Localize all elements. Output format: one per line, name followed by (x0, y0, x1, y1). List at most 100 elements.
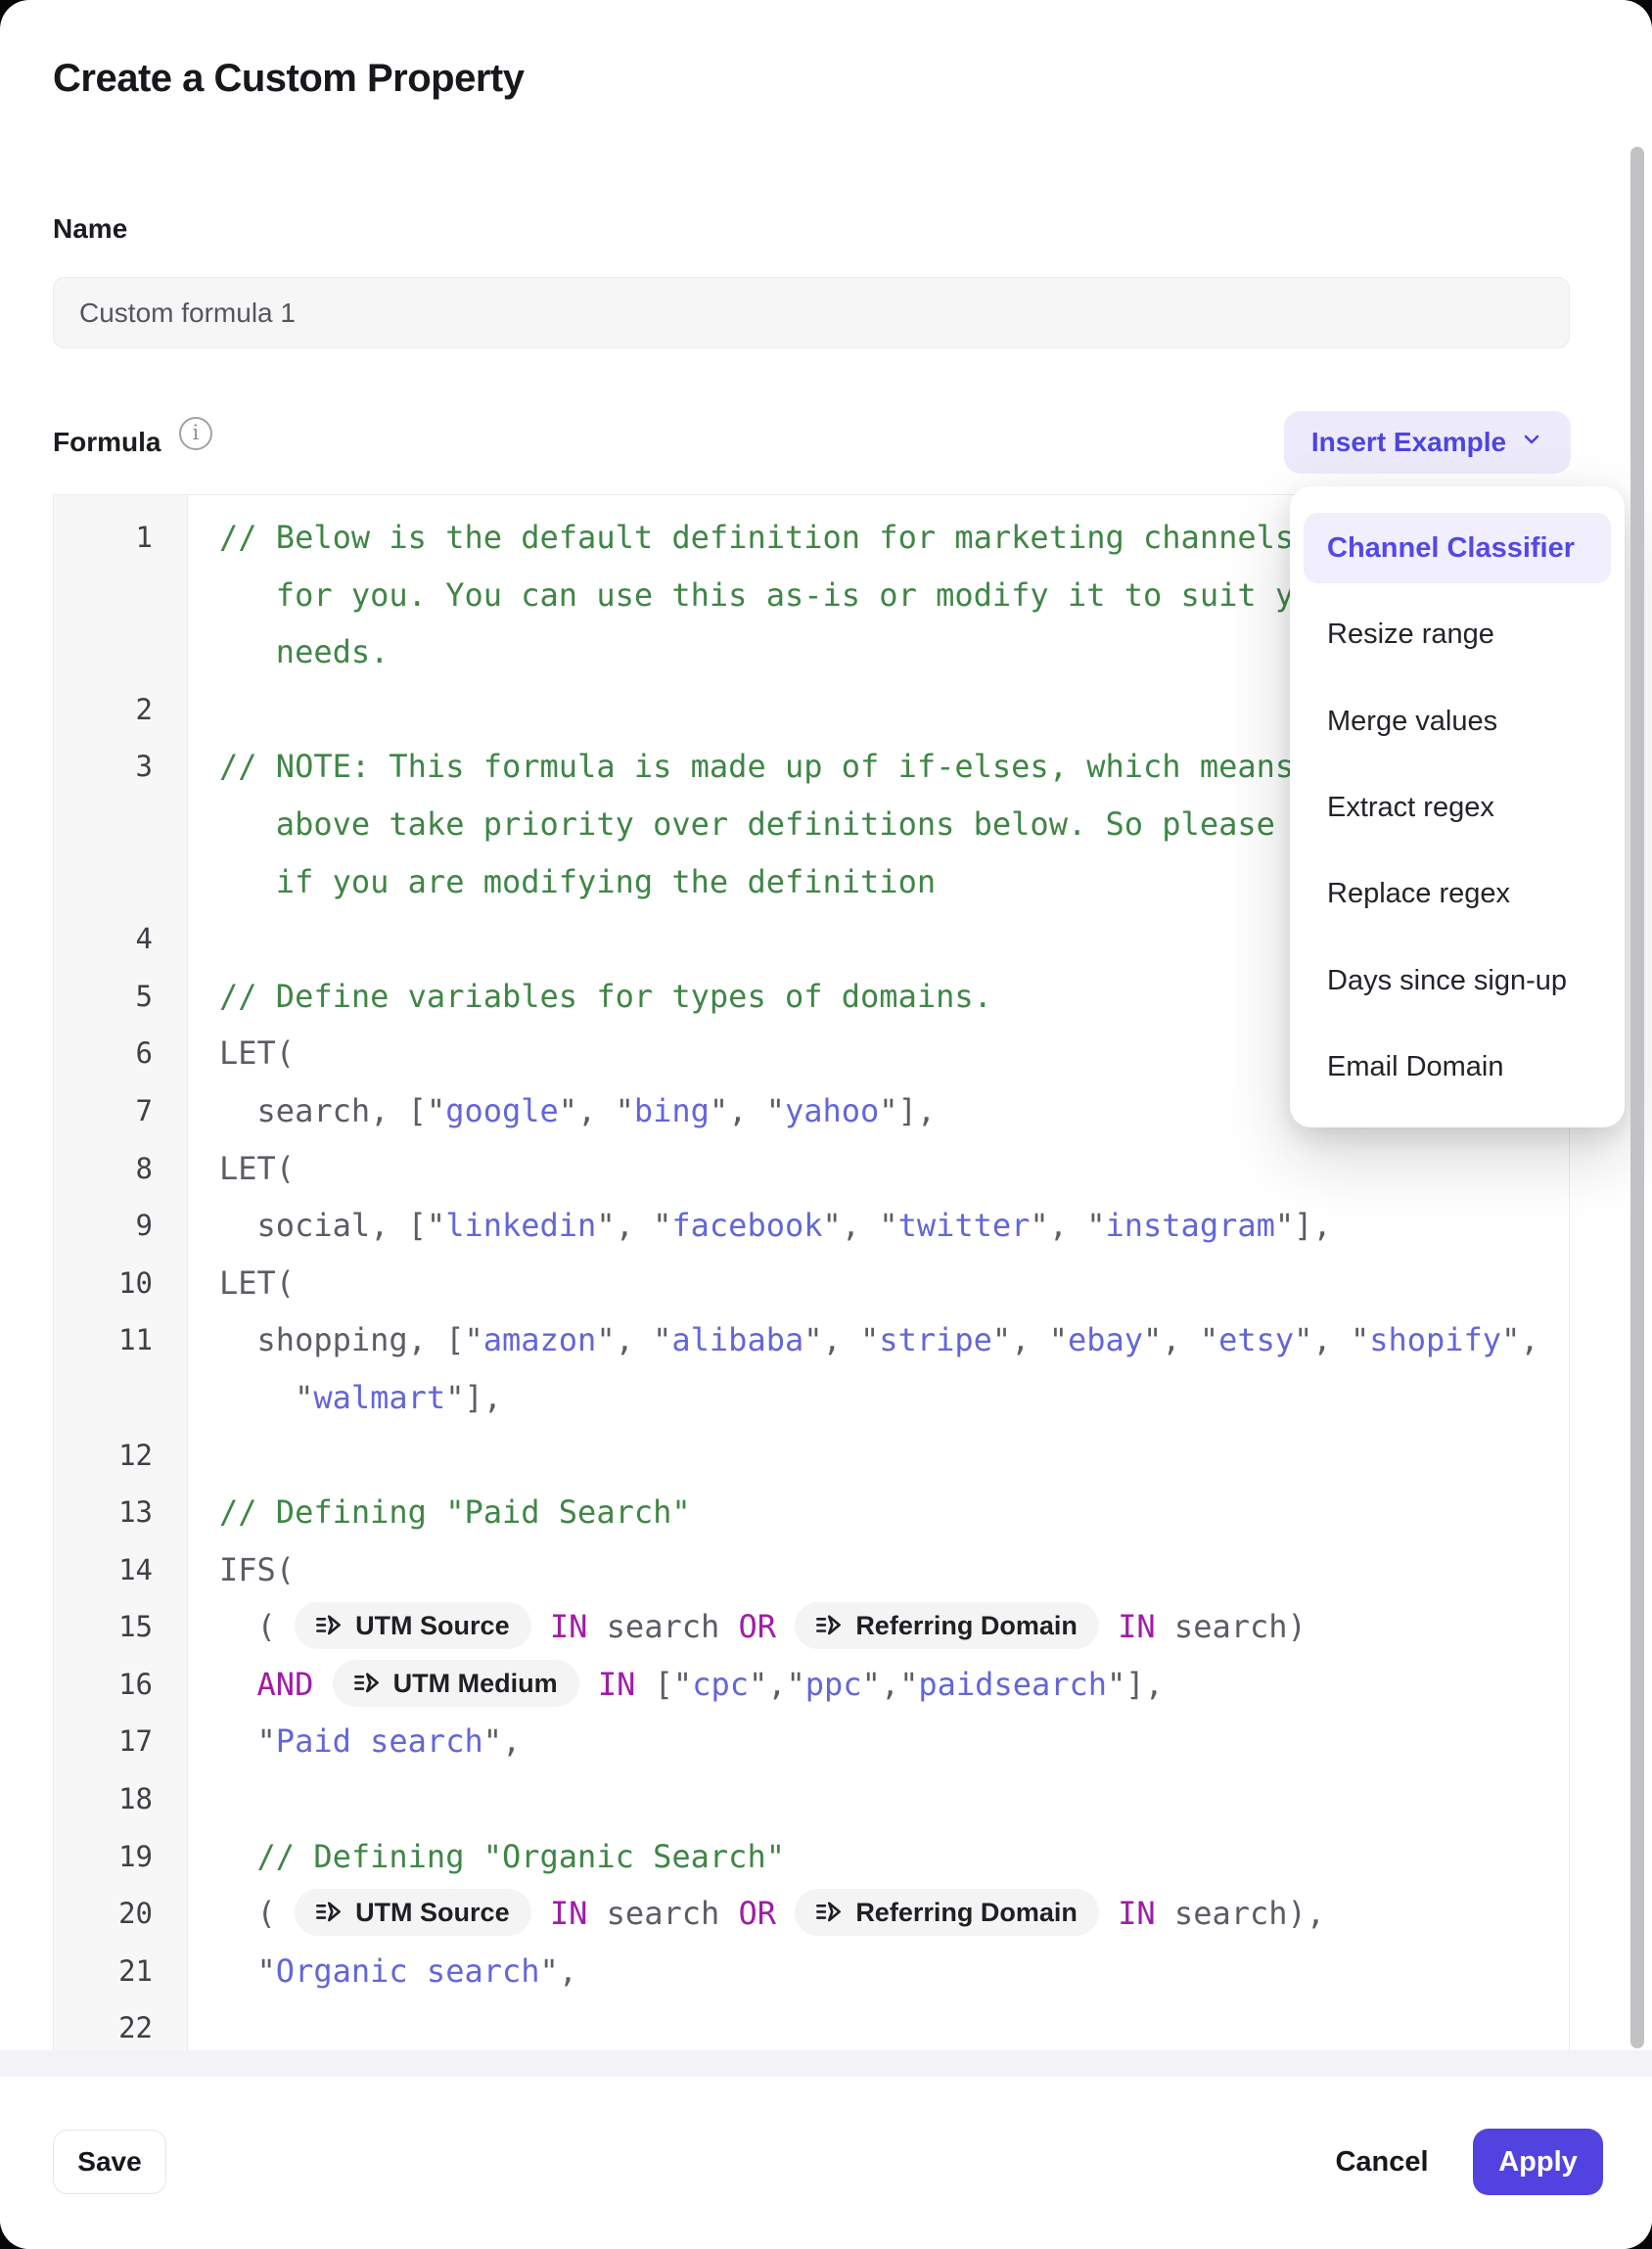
line-number (54, 796, 188, 853)
code-text: social, ["linkedin", "facebook", "twitte… (188, 1197, 1332, 1255)
token-chip-label: UTM Source (355, 1602, 510, 1649)
code-line[interactable]: 19 // Defining "Organic Search" (54, 1828, 1569, 1886)
page-title: Create a Custom Property (53, 57, 524, 101)
code-text: shopping, ["amazon", "alibaba", "stripe"… (188, 1311, 1539, 1369)
save-button[interactable]: Save (53, 2130, 166, 2194)
code-text (188, 681, 219, 739)
code-line[interactable]: 15 ( UTM Source IN search OR Referring D… (54, 1598, 1569, 1656)
code-text (188, 1999, 219, 2051)
line-number: 16 (54, 1656, 188, 1714)
menu-item-channel-classifier[interactable]: Channel Classifier (1304, 513, 1611, 583)
token-chip-utm-medium[interactable]: UTM Medium (333, 1660, 579, 1707)
code-line[interactable]: 14IFS( (54, 1541, 1569, 1599)
line-number: 13 (54, 1484, 188, 1541)
code-line[interactable]: 16 AND UTM Medium IN ["cpc","ppc","paids… (54, 1656, 1569, 1714)
code-line[interactable]: 20 ( UTM Source IN search OR Referring D… (54, 1885, 1569, 1943)
line-number: 12 (54, 1427, 188, 1485)
line-number: 21 (54, 1943, 188, 2000)
token-chip-label: UTM Medium (393, 1660, 558, 1707)
code-line[interactable]: "walmart"], (54, 1369, 1569, 1427)
vertical-scrollbar-thumb[interactable] (1630, 147, 1644, 2048)
property-token-icon (350, 1669, 382, 1698)
code-line[interactable]: 13// Defining "Paid Search" (54, 1484, 1569, 1541)
code-text: ( UTM Source IN search OR Referring Doma… (188, 1885, 1325, 1943)
code-text (188, 1427, 219, 1485)
code-text: if you are modifying the definition (188, 853, 936, 911)
formula-label: Formula (53, 427, 161, 458)
code-text: search, ["google", "bing", "yahoo"], (188, 1082, 936, 1140)
line-number: 22 (54, 1999, 188, 2051)
insert-example-button[interactable]: Insert Example (1284, 411, 1571, 474)
menu-item-merge-values[interactable]: Merge values (1304, 686, 1611, 757)
menu-item-resize-range[interactable]: Resize range (1304, 599, 1611, 669)
code-line[interactable]: 21 "Organic search", (54, 1943, 1569, 2000)
code-text: // Defining "Paid Search" (188, 1484, 691, 1541)
property-token-icon (812, 1611, 844, 1640)
create-custom-property-dialog: Create a Custom Property Name Formula i … (0, 0, 1652, 2249)
menu-item-extract-regex[interactable]: Extract regex (1304, 772, 1611, 843)
menu-item-replace-regex[interactable]: Replace regex (1304, 858, 1611, 929)
code-line[interactable]: 22 (54, 1999, 1569, 2051)
line-number (54, 623, 188, 681)
token-chip-referring-domain[interactable]: Referring Domain (795, 1889, 1099, 1936)
line-number: 3 (54, 738, 188, 796)
line-number: 15 (54, 1598, 188, 1656)
code-text: AND UTM Medium IN ["cpc","ppc","paidsear… (188, 1656, 1164, 1714)
line-number (54, 567, 188, 624)
cancel-button[interactable]: Cancel (1323, 2130, 1441, 2194)
token-chip-label: Referring Domain (855, 1889, 1078, 1936)
code-text: // Defining "Organic Search" (188, 1828, 785, 1886)
code-text: LET( (188, 1025, 295, 1082)
property-token-icon (312, 1898, 344, 1927)
code-line[interactable]: 17 "Paid search", (54, 1713, 1569, 1770)
code-line[interactable]: 12 (54, 1427, 1569, 1485)
menu-item-email-domain[interactable]: Email Domain (1304, 1032, 1611, 1102)
code-text: above take priority over definitions bel… (188, 796, 1369, 853)
code-text: IFS( (188, 1541, 295, 1599)
editor-bottom-strip (0, 2050, 1652, 2078)
code-line[interactable]: 10LET( (54, 1255, 1569, 1312)
line-number: 4 (54, 910, 188, 968)
name-label: Name (53, 213, 127, 245)
property-token-icon (812, 1898, 844, 1927)
code-line[interactable]: 18 (54, 1770, 1569, 1828)
line-number: 6 (54, 1025, 188, 1082)
dialog-footer: Save Cancel Apply (0, 2077, 1652, 2249)
line-number: 14 (54, 1541, 188, 1599)
line-number: 9 (54, 1197, 188, 1255)
code-text: // Define variables for types of domains… (188, 968, 992, 1026)
line-number: 18 (54, 1770, 188, 1828)
token-chip-utm-source[interactable]: UTM Source (295, 1889, 531, 1936)
line-number: 1 (54, 509, 188, 567)
code-text: "Paid search", (188, 1713, 521, 1770)
code-line[interactable]: 9 social, ["linkedin", "facebook", "twit… (54, 1197, 1569, 1255)
code-text: for you. You can use this as-is or modif… (188, 567, 1351, 624)
token-chip-utm-source[interactable]: UTM Source (295, 1602, 531, 1649)
token-chip-label: UTM Source (355, 1889, 510, 1936)
code-text: needs. (188, 623, 389, 681)
apply-button[interactable]: Apply (1473, 2129, 1603, 2195)
code-text: "Organic search", (188, 1943, 577, 2000)
line-number: 2 (54, 681, 188, 739)
code-text: // NOTE: This formula is made up of if-e… (188, 738, 1294, 796)
screen: Create a Custom Property Name Formula i … (0, 0, 1652, 2249)
code-text: LET( (188, 1255, 295, 1312)
name-input[interactable] (53, 277, 1570, 348)
chevron-down-icon (1520, 427, 1543, 458)
code-line[interactable]: 11 shopping, ["amazon", "alibaba", "stri… (54, 1311, 1569, 1369)
line-number: 20 (54, 1885, 188, 1943)
code-text (188, 1770, 219, 1828)
line-number: 7 (54, 1082, 188, 1140)
menu-item-days-since-sign-up[interactable]: Days since sign-up (1304, 945, 1611, 1016)
line-number: 11 (54, 1311, 188, 1369)
property-token-icon (312, 1611, 344, 1640)
token-chip-referring-domain[interactable]: Referring Domain (795, 1602, 1099, 1649)
info-icon[interactable]: i (179, 417, 212, 450)
code-text: "walmart"], (188, 1369, 502, 1427)
code-text: ( UTM Source IN search OR Referring Doma… (188, 1598, 1307, 1656)
code-line[interactable]: 8LET( (54, 1140, 1569, 1198)
code-text (188, 910, 219, 968)
token-chip-label: Referring Domain (855, 1602, 1078, 1649)
line-number (54, 1369, 188, 1427)
insert-example-label: Insert Example (1311, 427, 1506, 458)
